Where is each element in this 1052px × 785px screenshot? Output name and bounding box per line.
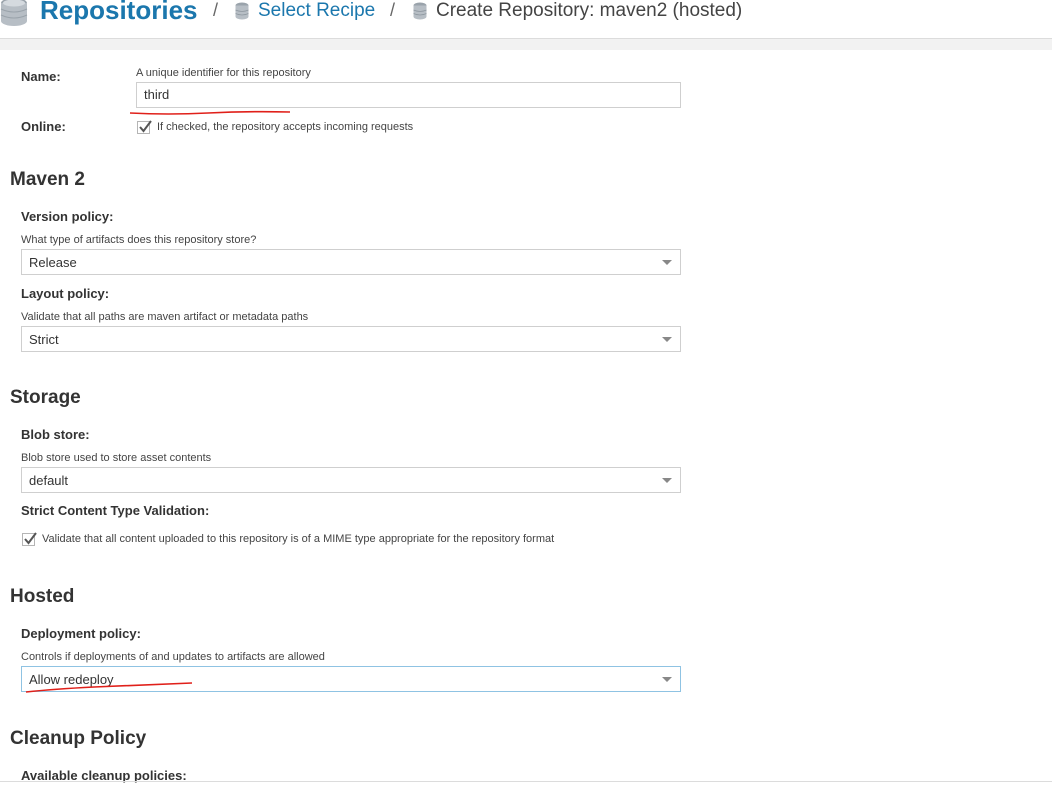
database-icon	[235, 2, 249, 25]
strict-content-label: Strict Content Type Validation:	[21, 503, 210, 518]
chevron-down-icon	[662, 478, 672, 483]
strict-content-help: Validate that all content uploaded to th…	[42, 533, 555, 545]
deployment-policy-value: Allow redeploy	[29, 672, 114, 687]
blob-store-value: default	[29, 473, 69, 488]
name-label: Name:	[21, 69, 61, 84]
breadcrumb-select-recipe-link[interactable]: Select Recipe	[258, 0, 375, 22]
breadcrumb-separator: /	[213, 0, 219, 20]
online-checkbox[interactable]	[137, 120, 152, 134]
blob-store-select[interactable]: default	[21, 467, 681, 493]
version-policy-value: Release	[29, 255, 77, 270]
online-help: If checked, the repository accepts incom…	[157, 121, 414, 133]
database-icon	[0, 0, 30, 31]
layout-policy-value: Strict	[29, 332, 59, 347]
name-input[interactable]: third	[136, 82, 681, 108]
version-policy-select[interactable]: Release	[21, 249, 681, 275]
version-policy-label: Version policy:	[21, 209, 114, 224]
layout-policy-select[interactable]: Strict	[21, 326, 681, 352]
cleanup-policy-heading: Cleanup Policy	[10, 728, 147, 749]
name-help: A unique identifier for this repository	[136, 67, 311, 79]
layout-policy-label: Layout policy:	[21, 286, 110, 301]
annotation-underline	[129, 110, 291, 115]
breadcrumb-separator: /	[390, 0, 396, 20]
checkmark-icon	[139, 120, 152, 133]
deployment-policy-label: Deployment policy:	[21, 626, 141, 641]
version-policy-help: What type of artifacts does this reposit…	[21, 234, 257, 246]
chevron-down-icon	[662, 337, 672, 342]
checkmark-icon	[24, 532, 37, 545]
strict-content-checkbox[interactable]	[22, 532, 37, 546]
blob-store-help: Blob store used to store asset contents	[21, 452, 212, 464]
deployment-policy-help: Controls if deployments of and updates t…	[21, 651, 325, 663]
page: Repositories / Select Recipe / Create Re…	[0, 0, 1052, 785]
breadcrumb: Repositories / Select Recipe / Create Re…	[0, 0, 1052, 38]
online-label: Online:	[21, 119, 66, 134]
chevron-down-icon	[662, 677, 672, 682]
storage-heading: Storage	[10, 387, 81, 408]
deployment-policy-select[interactable]: Allow redeploy	[21, 666, 681, 692]
breadcrumb-root-repositories[interactable]: Repositories	[40, 0, 198, 26]
layout-policy-help: Validate that all paths are maven artifa…	[21, 311, 309, 323]
database-icon	[413, 2, 427, 25]
maven2-heading: Maven 2	[10, 169, 85, 190]
header-divider	[0, 38, 1052, 50]
breadcrumb-current-page: Create Repository: maven2 (hosted)	[436, 0, 743, 21]
chevron-down-icon	[662, 260, 672, 265]
bottom-divider	[0, 781, 1052, 782]
blob-store-label: Blob store:	[21, 427, 90, 442]
hosted-heading: Hosted	[10, 586, 75, 607]
